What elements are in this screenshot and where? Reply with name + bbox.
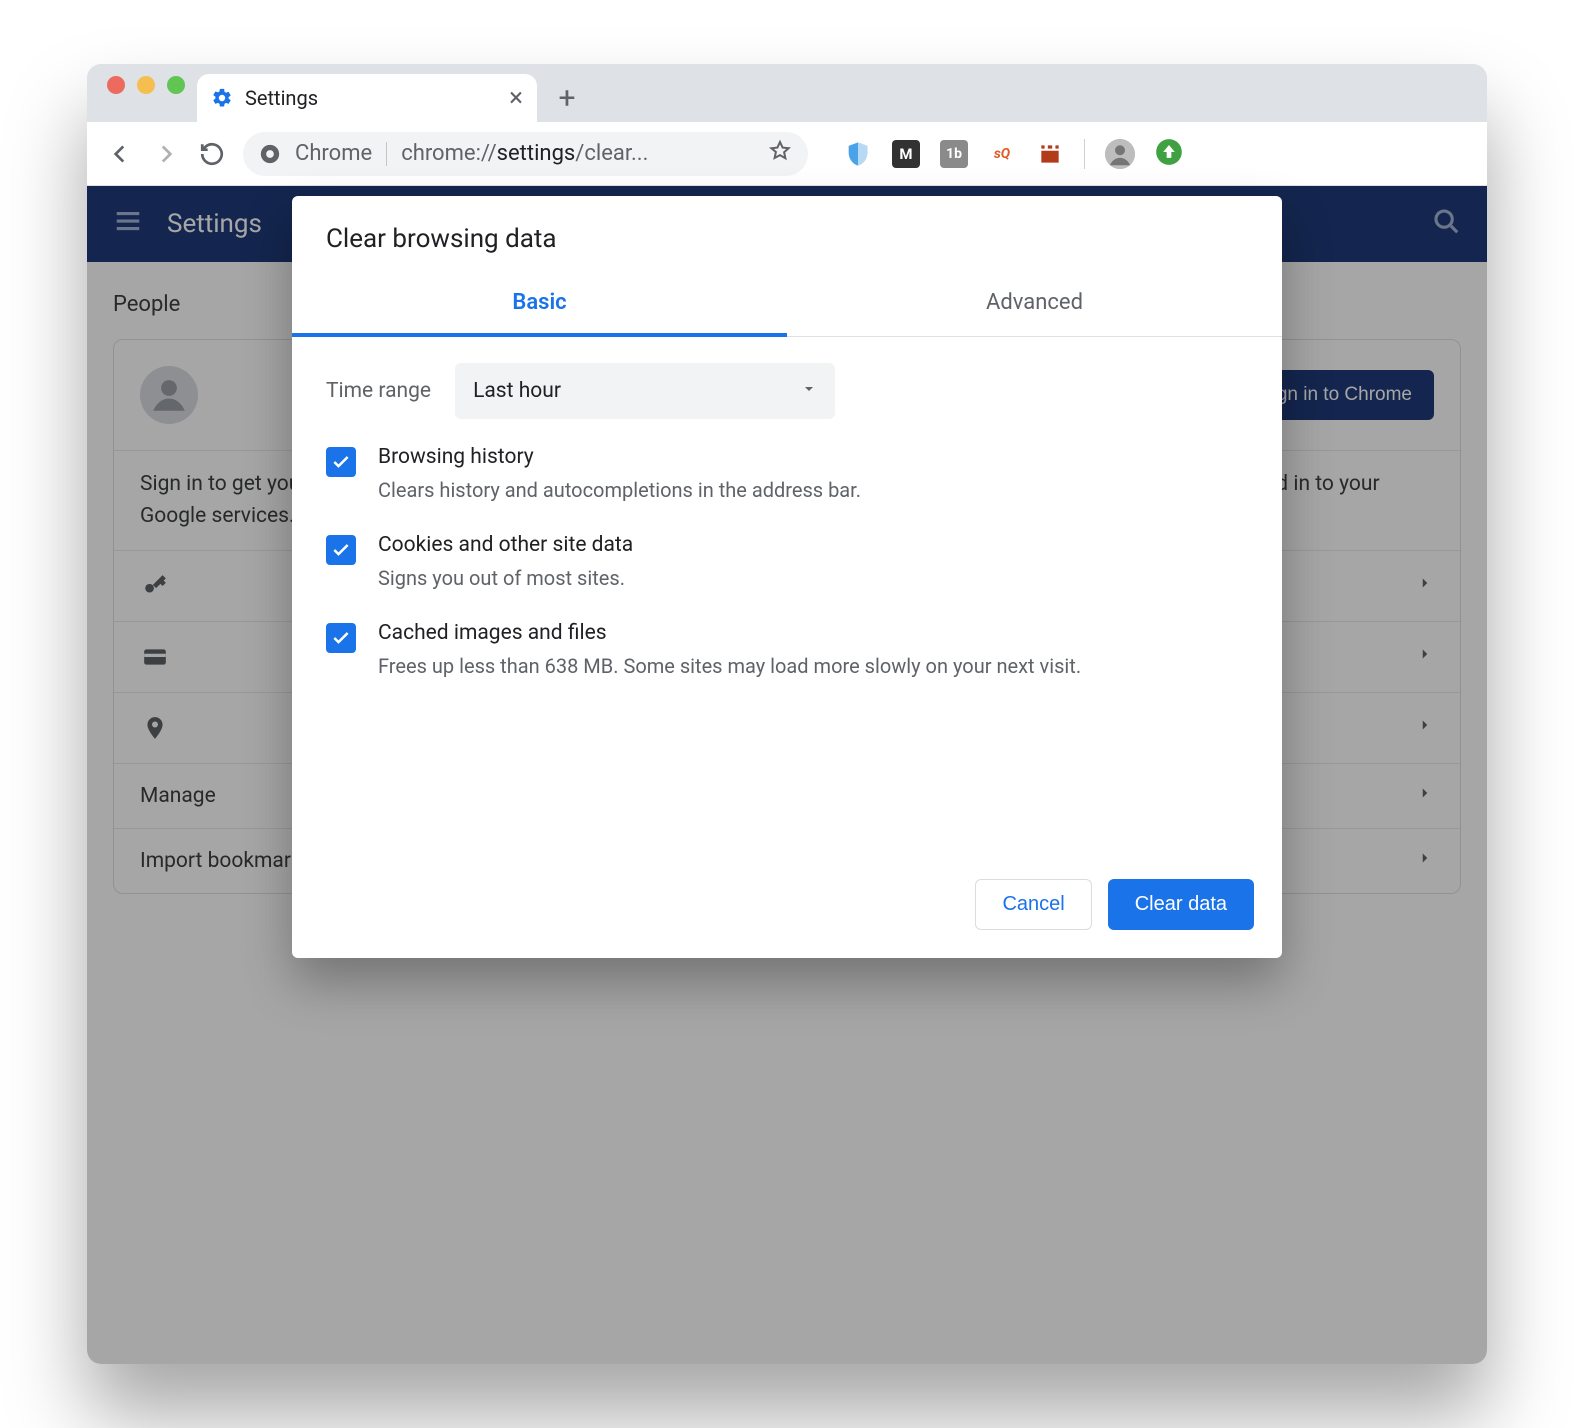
browser-toolbar: Chrome chrome://settings/clear... M 1b s… xyxy=(87,122,1487,186)
cancel-button[interactable]: Cancel xyxy=(975,879,1091,930)
extension-m-icon[interactable]: M xyxy=(892,140,920,168)
extension-sq-icon[interactable]: sQ xyxy=(988,140,1016,168)
check-item-cached: Cached images and files Frees up less th… xyxy=(326,621,1248,681)
url-product: Chrome xyxy=(295,141,372,166)
clear-browsing-data-dialog: Clear browsing data Basic Advanced Time … xyxy=(292,196,1282,958)
bookmark-star-icon[interactable] xyxy=(768,139,792,169)
toolbar-divider xyxy=(1084,139,1085,169)
new-tab-button[interactable]: + xyxy=(547,78,587,118)
check-desc: Signs you out of most sites. xyxy=(378,563,633,593)
page-content: Settings People Sign in to Chrome Sign i… xyxy=(87,186,1487,1364)
dialog-tabs: Basic Advanced xyxy=(292,272,1282,337)
browser-tab[interactable]: Settings × xyxy=(197,74,537,122)
shield-icon[interactable] xyxy=(844,140,872,168)
extension-castle-icon[interactable] xyxy=(1036,140,1064,168)
time-range-value: Last hour xyxy=(473,379,561,403)
caret-down-icon xyxy=(801,379,817,403)
check-desc: Frees up less than 638 MB. Some sites ma… xyxy=(378,651,1081,681)
check-title: Cached images and files xyxy=(378,621,1081,645)
check-item-cookies: Cookies and other site data Signs you ou… xyxy=(326,533,1248,593)
checkbox-browsing-history[interactable] xyxy=(326,447,356,477)
check-title: Cookies and other site data xyxy=(378,533,633,557)
omnibox-divider xyxy=(386,142,387,166)
check-desc: Clears history and autocompletions in th… xyxy=(378,475,861,505)
gear-icon xyxy=(211,87,233,109)
close-window-button[interactable] xyxy=(107,76,125,94)
tab-advanced[interactable]: Advanced xyxy=(787,272,1282,336)
dialog-title: Clear browsing data xyxy=(292,196,1282,272)
url-text: chrome://settings/clear... xyxy=(401,141,754,166)
checkbox-cookies[interactable] xyxy=(326,535,356,565)
checkbox-cached[interactable] xyxy=(326,623,356,653)
browser-window: Settings × + Chrome chrome://settings/cl… xyxy=(87,64,1487,1364)
tab-strip: Settings × + xyxy=(87,64,1487,122)
extension-1b-icon[interactable]: 1b xyxy=(940,140,968,168)
close-tab-button[interactable]: × xyxy=(509,85,523,111)
clear-data-button[interactable]: Clear data xyxy=(1108,879,1254,930)
window-controls xyxy=(99,76,197,110)
tab-basic[interactable]: Basic xyxy=(292,272,787,337)
check-title: Browsing history xyxy=(378,445,861,469)
forward-button[interactable] xyxy=(151,139,181,169)
dialog-body: Time range Last hour Browsing history Cl… xyxy=(292,337,1282,857)
time-range-select[interactable]: Last hour xyxy=(455,363,835,419)
fullscreen-window-button[interactable] xyxy=(167,76,185,94)
time-range-label: Time range xyxy=(326,379,431,403)
update-available-icon[interactable] xyxy=(1155,138,1183,170)
dialog-actions: Cancel Clear data xyxy=(292,857,1282,958)
minimize-window-button[interactable] xyxy=(137,76,155,94)
back-button[interactable] xyxy=(105,139,135,169)
check-item-browsing-history: Browsing history Clears history and auto… xyxy=(326,445,1248,505)
profile-avatar-button[interactable] xyxy=(1105,139,1135,169)
extension-icons: M 1b sQ xyxy=(844,138,1183,170)
reload-button[interactable] xyxy=(197,139,227,169)
tab-title: Settings xyxy=(245,86,497,110)
chrome-icon xyxy=(259,143,281,165)
time-range-row: Time range Last hour xyxy=(326,363,1248,419)
address-bar[interactable]: Chrome chrome://settings/clear... xyxy=(243,132,808,176)
